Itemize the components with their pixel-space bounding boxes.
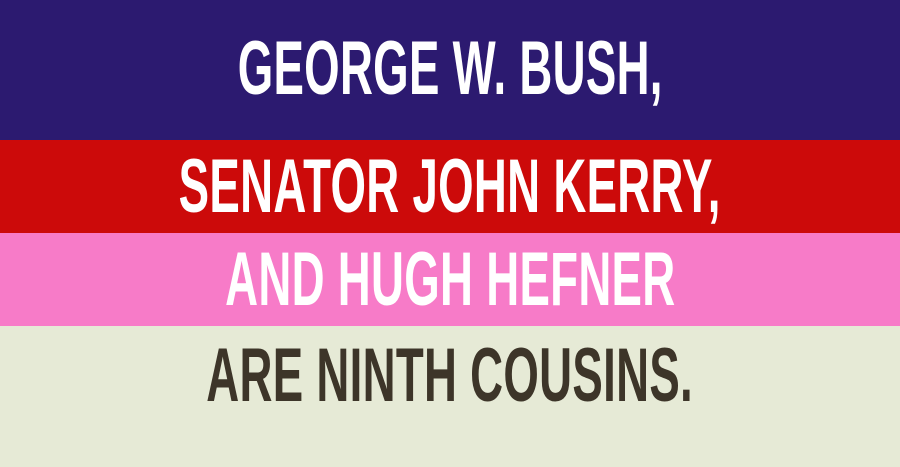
headline-line-1: GEORGE W. BUSH, xyxy=(237,26,663,111)
band-cream: ARE NINTH COUSINS. xyxy=(0,326,900,467)
headline-line-4: ARE NINTH COUSINS. xyxy=(206,332,694,418)
band-purple: GEORGE W. BUSH, xyxy=(0,0,900,140)
headline-line-2: SENATOR JOHN KERRY, xyxy=(179,143,722,229)
band-pink: AND HUGH HEFNER xyxy=(0,233,900,326)
headline-line-3: AND HUGH HEFNER xyxy=(224,236,676,322)
band-red: SENATOR JOHN KERRY, xyxy=(0,140,900,233)
